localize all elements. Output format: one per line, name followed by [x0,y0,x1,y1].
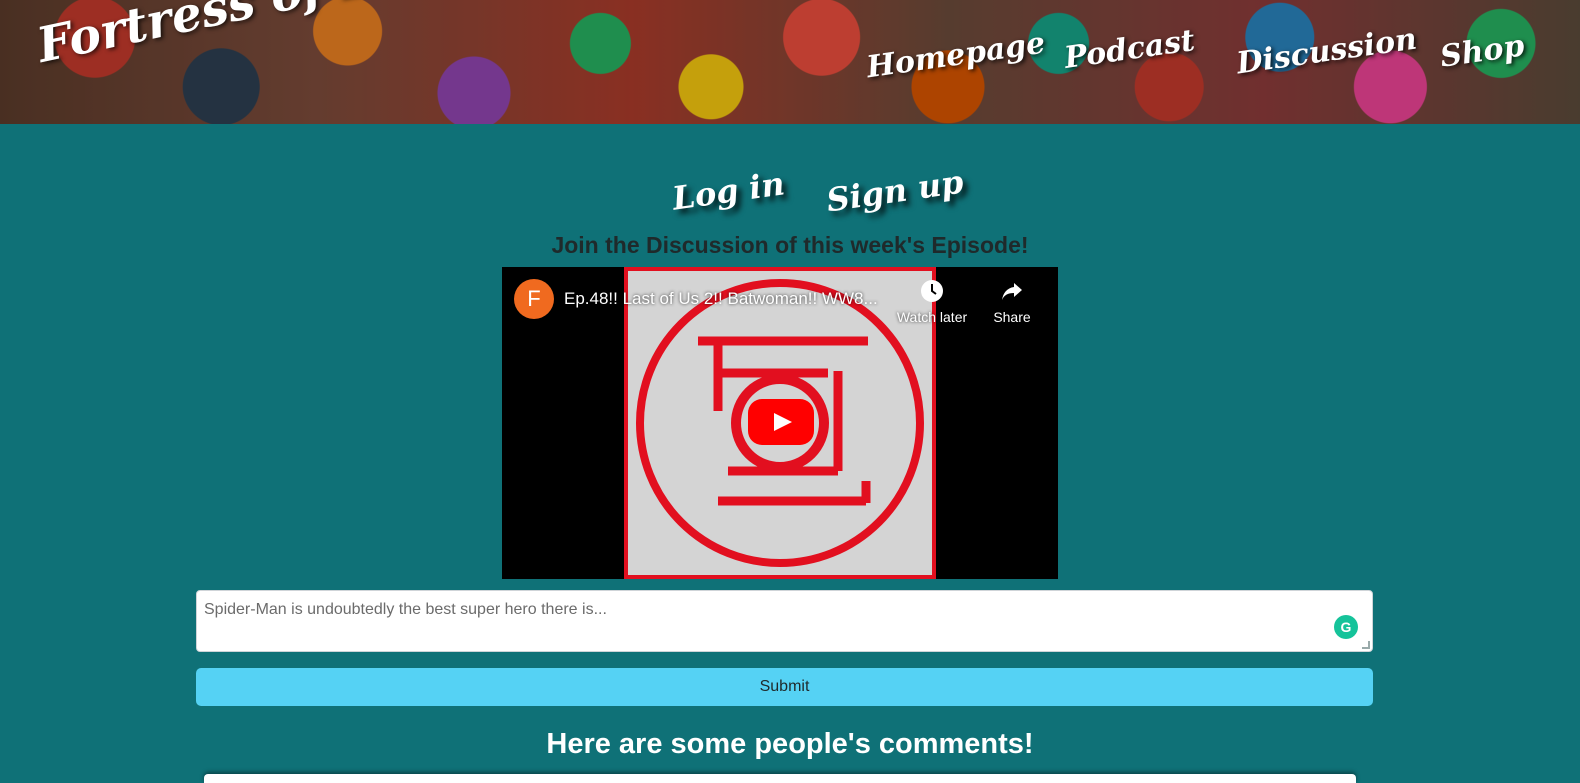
video-player[interactable]: F Ep.48!! Last of Us 2!! Batwoman!! WW8.… [502,267,1058,579]
share-label: Share [993,309,1031,325]
channel-avatar[interactable]: F [514,279,554,319]
grammarly-icon[interactable]: G [1334,615,1358,639]
nav-homepage[interactable]: Homepage [864,26,1047,86]
watch-later-button[interactable]: Watch later [892,279,972,325]
share-button[interactable]: Share [972,279,1052,325]
comments-list [204,774,1356,783]
login-link[interactable]: Log in [670,164,787,217]
comment-input[interactable] [197,591,1372,651]
nav-shop[interactable]: Shop [1438,28,1527,74]
submit-button[interactable]: Submit [196,668,1373,706]
signup-link[interactable]: Sign up [824,163,966,220]
discussion-heading: Join the Discussion of this week's Episo… [551,232,1029,258]
watch-later-label: Watch later [896,309,968,325]
nav-discussion[interactable]: Discussion [1234,22,1418,82]
header-banner: Fortress of Fandom Homepage Podcast Disc… [0,0,1580,124]
share-arrow-icon [972,279,1052,305]
nav-podcast[interactable]: Podcast [1062,23,1197,76]
comments-heading: Here are some people's comments! [546,728,1034,760]
resize-handle[interactable] [1362,641,1370,649]
play-icon[interactable] [748,399,814,445]
clock-icon [892,279,972,305]
comment-field-wrapper: G [196,590,1373,652]
video-title[interactable]: Ep.48!! Last of Us 2!! Batwoman!! WW8... [564,289,878,309]
site-logo[interactable]: Fortress of Fandom [32,0,553,74]
